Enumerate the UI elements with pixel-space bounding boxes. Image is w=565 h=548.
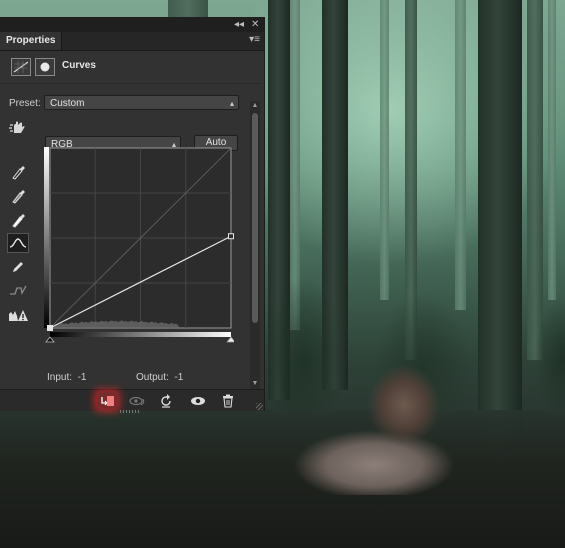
adjustment-header: Curves [0,51,262,84]
seated-figure [366,365,441,445]
input-value: -1 [77,372,87,383]
tab-properties[interactable]: Properties [0,32,63,50]
view-previous-icon[interactable] [127,392,147,409]
clipping-warning-icon[interactable] [7,305,29,325]
white-point-slider[interactable] [226,336,234,343]
smooth-curve-icon[interactable] [7,280,29,300]
visibility-eye-icon[interactable] [188,392,208,409]
curves-graph-canvas[interactable] [44,147,234,357]
curve-control-point[interactable] [228,233,234,240]
layer-mask-icon[interactable] [35,58,55,76]
output-value: -1 [174,372,184,383]
close-icon[interactable]: ✕ [251,18,259,31]
panel-title-bar[interactable]: ◂◂ ✕ [0,17,264,32]
select-arrows-icon: ▴ [229,99,234,108]
trash-icon[interactable] [218,392,238,409]
curve-points-icon[interactable] [7,233,29,253]
preset-label: Preset: [9,98,41,109]
input-gradient-bar [50,332,231,337]
scroll-thumb[interactable] [252,113,258,323]
scroll-up-icon[interactable]: ▲ [251,102,259,110]
clip-to-layer-icon[interactable] [97,392,117,409]
panel-menu-icon[interactable]: ▾≡ [249,34,260,45]
reset-icon[interactable] [156,392,176,409]
collapse-icon[interactable]: ◂◂ [234,18,244,31]
black-point-eyedropper-icon[interactable] [7,162,29,182]
curves-adjustment-icon[interactable] [11,58,31,76]
properties-panel: ◂◂ ✕ Properties ▾≡ Curves Preset: Custom… [0,17,265,413]
on-image-adjust-icon[interactable] [7,117,29,137]
curve-control-point[interactable] [47,325,53,331]
black-point-slider[interactable] [45,336,55,343]
panel-bottom-toolbar [0,389,264,411]
pencil-draw-icon[interactable] [7,257,29,277]
panel-tab-row: Properties ▾≡ [0,32,264,51]
preset-select[interactable]: Custom ▴ [44,95,239,110]
panel-scrollbar[interactable]: ▲ ▼ [250,101,260,389]
gray-point-eyedropper-icon[interactable] [7,186,29,206]
adjustment-title: Curves [62,60,96,71]
output-label: Output: -1 [136,372,184,383]
preset-value: Custom [50,98,85,109]
scroll-down-icon[interactable]: ▼ [251,380,259,388]
curves-graph[interactable] [44,147,234,357]
panel-resize-grip[interactable] [120,410,140,413]
white-point-eyedropper-icon[interactable] [7,210,29,230]
panel-resize-corner[interactable] [256,403,263,410]
input-label: Input: -1 [47,372,87,383]
